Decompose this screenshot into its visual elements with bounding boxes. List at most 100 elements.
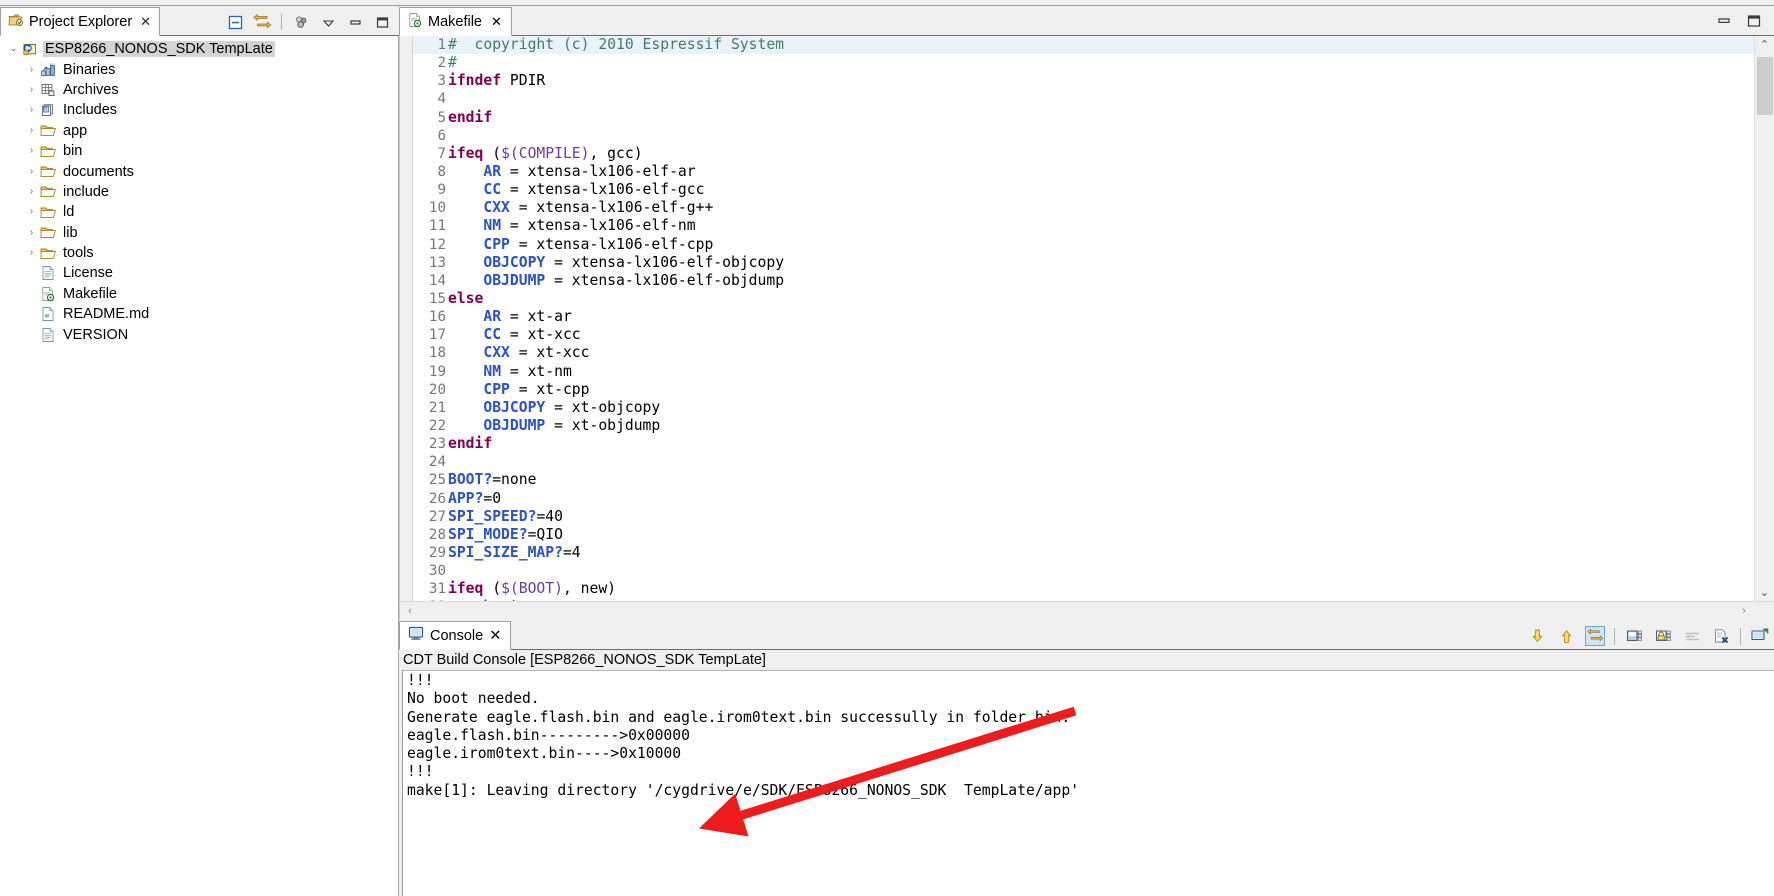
twisty-collapsed-icon[interactable]: ›	[24, 248, 39, 258]
view-menu-filter-icon[interactable]	[291, 12, 311, 32]
project-tree[interactable]: ⌄ ESP8266_NONOS_SDK TempLate › 10 Binari…	[0, 36, 399, 896]
link-with-editor-icon[interactable]	[252, 12, 272, 32]
annotation-ruler[interactable]	[400, 36, 413, 601]
line-number: 32	[413, 598, 447, 601]
tree-item-archives[interactable]: › Archives	[0, 80, 398, 100]
code-line[interactable]: 4	[413, 90, 1754, 108]
scroll-down-arrow-icon[interactable]: ⌄	[1755, 584, 1774, 601]
line-number: 17	[428, 327, 446, 344]
code-line[interactable]: 15 else	[413, 290, 1754, 308]
twisty-expanded-icon[interactable]: ⌄	[6, 44, 21, 54]
code-line[interactable]: 32 boot = new	[413, 598, 1754, 601]
tree-item-documents[interactable]: › documents	[0, 161, 398, 181]
tree-item-binaries[interactable]: › 10 Binaries	[0, 59, 398, 79]
code-line[interactable]: 12 CPP = xtensa-lx106-elf-cpp	[413, 236, 1754, 254]
minimize-icon[interactable]	[345, 12, 365, 32]
scroll-track[interactable]	[1755, 53, 1774, 584]
pin-console-icon[interactable]	[1585, 626, 1605, 646]
scroll-thumb[interactable]	[1757, 57, 1773, 115]
tab-makefile[interactable]: Makefile ✕	[399, 7, 512, 36]
tab-console[interactable]: Console ✕	[399, 621, 512, 650]
maximize-icon[interactable]	[372, 12, 392, 32]
scroll-left-arrow-icon[interactable]: ‹	[400, 602, 420, 621]
maximize-icon[interactable]	[1746, 14, 1762, 31]
code-line[interactable]: 17 CC = xt-xcc	[413, 326, 1754, 344]
line-number: 26	[428, 490, 446, 507]
close-icon[interactable]: ✕	[491, 14, 502, 30]
code-line[interactable]: 24	[413, 453, 1754, 471]
code-line[interactable]: 16 AR = xt-ar	[413, 308, 1754, 326]
code-line[interactable]: 1 # copyright (c) 2010 Espressif System	[413, 36, 1754, 55]
scroll-up-arrow-icon[interactable]: ⌃	[1755, 36, 1774, 53]
code-line[interactable]: 27 SPI_SPEED?=40	[413, 508, 1754, 526]
code-text: endif	[448, 435, 493, 453]
code-line[interactable]: 8 AR = xtensa-lx106-elf-ar	[413, 163, 1754, 181]
tree-item-lib[interactable]: › lib	[0, 223, 398, 243]
twisty-collapsed-icon[interactable]: ›	[24, 186, 39, 197]
tree-item-makefile[interactable]: Makefile	[0, 284, 398, 304]
minimize-icon[interactable]	[1716, 14, 1732, 31]
code-line[interactable]: 6	[413, 127, 1754, 145]
tree-item-license[interactable]: License	[0, 263, 398, 283]
tree-item-ld[interactable]: › ld	[0, 202, 398, 222]
console-output[interactable]: !!! No boot needed. Generate eagle.flash.b…	[402, 670, 1774, 896]
code-line[interactable]: 11 NM = xtensa-lx106-elf-nm	[413, 217, 1754, 235]
code-line[interactable]: 9 CC = xtensa-lx106-elf-gcc	[413, 181, 1754, 199]
close-icon[interactable]: ✕	[489, 628, 501, 644]
lock-console-icon[interactable]	[1653, 626, 1673, 646]
code-line[interactable]: 20 CPP = xt-cpp	[413, 381, 1754, 399]
scroll-right-arrow-icon[interactable]: ›	[1734, 602, 1754, 621]
code-line[interactable]: 23 endif	[413, 435, 1754, 453]
twisty-collapsed-icon[interactable]: ›	[24, 227, 39, 238]
word-wrap-icon[interactable]	[1682, 626, 1702, 646]
code-area[interactable]: 1 # copyright (c) 2010 Espressif System 2 #…	[413, 36, 1754, 601]
tree-item-includes[interactable]: › h Includes	[0, 100, 398, 120]
tree-item-app[interactable]: › app	[0, 121, 398, 141]
code-line[interactable]: 2 #	[413, 54, 1754, 72]
scroll-lock-down-icon[interactable]	[1527, 626, 1547, 646]
twisty-collapsed-icon[interactable]: ›	[24, 105, 39, 115]
twisty-collapsed-icon[interactable]: ›	[24, 125, 39, 136]
code-text: AR = xtensa-lx106-elf-ar	[483, 162, 696, 180]
editor-horizontal-scrollbar[interactable]: ‹ ›	[399, 601, 1774, 620]
code-line[interactable]: 5 endif	[413, 109, 1754, 127]
close-icon[interactable]: ✕	[140, 15, 151, 28]
code-line[interactable]: 30	[413, 562, 1754, 580]
text-file-icon	[39, 327, 57, 343]
tree-item-project-root[interactable]: ⌄ ESP8266_NONOS_SDK TempLate	[0, 39, 398, 59]
twisty-collapsed-icon[interactable]: ›	[24, 146, 39, 156]
tab-project-explorer[interactable]: Project Explorer ✕	[0, 7, 161, 36]
twisty-collapsed-icon[interactable]: ›	[24, 166, 39, 177]
code-line[interactable]: 19 NM = xt-nm	[413, 363, 1754, 381]
code-line[interactable]: 21 OBJCOPY = xt-objcopy	[413, 399, 1754, 417]
code-line[interactable]: 22 OBJDUMP = xt-objdump	[413, 417, 1754, 435]
code-line[interactable]: 26 APP?=0	[413, 490, 1754, 508]
twisty-collapsed-icon[interactable]: ›	[24, 84, 39, 95]
editor-vertical-scrollbar[interactable]: ⌃ ⌄	[1754, 36, 1774, 601]
tree-item-include[interactable]: › include	[0, 182, 398, 202]
twisty-collapsed-icon[interactable]: ›	[24, 207, 39, 217]
code-line[interactable]: 7 ifeq ($(COMPILE), gcc)	[413, 145, 1754, 163]
twisty-collapsed-icon[interactable]: ›	[24, 64, 39, 75]
code-line[interactable]: 14 OBJDUMP = xtensa-lx106-elf-objdump	[413, 272, 1754, 290]
clear-console-icon[interactable]	[1711, 626, 1731, 646]
display-selected-console-icon[interactable]	[1624, 626, 1644, 646]
collapse-all-icon[interactable]	[225, 12, 245, 32]
code-line[interactable]: 3 ifndef PDIR	[413, 72, 1754, 90]
view-menu-icon[interactable]	[318, 12, 338, 32]
code-text: SPI_SPEED?=40	[448, 507, 563, 525]
code-line[interactable]: 10 CXX = xtensa-lx106-elf-g++	[413, 199, 1754, 217]
scroll-track-horizontal[interactable]	[420, 602, 1734, 621]
code-line[interactable]: 31 ifeq ($(BOOT), new)	[413, 580, 1754, 598]
tree-item-bin[interactable]: › bin	[0, 141, 398, 161]
code-line[interactable]: 18 CXX = xt-xcc	[413, 344, 1754, 362]
code-line[interactable]: 13 OBJCOPY = xtensa-lx106-elf-objcopy	[413, 254, 1754, 272]
code-line[interactable]: 29 SPI_SIZE_MAP?=4	[413, 544, 1754, 562]
code-line[interactable]: 25 BOOT?=none	[413, 471, 1754, 489]
open-console-icon[interactable]	[1750, 626, 1770, 646]
tree-item-version[interactable]: VERSION	[0, 324, 398, 344]
code-line[interactable]: 28 SPI_MODE?=QIO	[413, 526, 1754, 544]
tree-item-readme[interactable]: w README.md	[0, 304, 398, 324]
tree-item-tools[interactable]: › tools	[0, 243, 398, 263]
scroll-up-icon[interactable]	[1556, 626, 1576, 646]
